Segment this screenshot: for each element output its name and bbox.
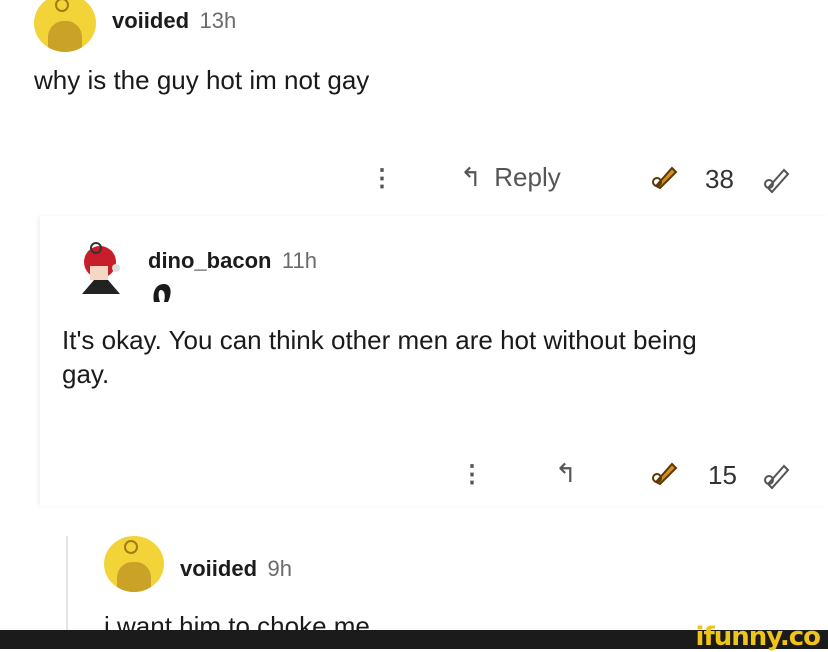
upvote-icon [652, 462, 678, 486]
downvote-icon [764, 464, 790, 490]
comment-body-line1: It's okay. You can think other men are h… [62, 325, 697, 355]
more-options-icon[interactable]: ⋮ [460, 460, 484, 489]
reply-button[interactable]: ↰ Reply [460, 162, 561, 193]
vote-count: 38 [705, 164, 734, 194]
snoo-icon [117, 561, 151, 592]
snoo-antenna-icon [124, 540, 139, 554]
reply-arrow-icon[interactable]: ↰ [555, 458, 577, 489]
reply-arrow-icon: ↰ [460, 162, 482, 192]
hair-emoji-icon [150, 282, 174, 309]
more-options-icon[interactable]: ⋮ [370, 164, 394, 193]
avatar[interactable] [34, 0, 96, 52]
timestamp: 9h [267, 556, 292, 581]
thread-line[interactable] [66, 536, 68, 630]
watermark-logo: ifunny.co [695, 622, 821, 652]
reply-label: Reply [494, 162, 561, 192]
timestamp: 13h [199, 8, 237, 33]
downvote-button[interactable] [760, 458, 792, 495]
vote-count: 15 [708, 460, 737, 490]
anime-character-avatar-icon [82, 242, 120, 294]
snoo-icon [47, 20, 83, 52]
comment-header: dino_bacon 11h [148, 248, 317, 274]
comment-header: voiided 9h [180, 556, 292, 582]
username[interactable]: dino_bacon [148, 248, 271, 273]
upvote-icon [652, 166, 678, 190]
downvote-icon [764, 168, 790, 194]
upvote-button[interactable] [650, 458, 680, 493]
snoo-antenna-icon [55, 0, 70, 12]
avatar[interactable] [104, 536, 164, 592]
avatar[interactable] [72, 238, 134, 304]
comment-body-line2: gay. [62, 359, 110, 389]
downvote-button[interactable] [760, 162, 792, 199]
username[interactable]: voiided [180, 556, 257, 581]
username[interactable]: voiided [112, 8, 189, 33]
timestamp: 11h [281, 248, 317, 273]
comment-header: voiided 13h [112, 8, 236, 34]
comment-body: why is the guy hot im not gay [34, 65, 370, 95]
upvote-button[interactable] [650, 162, 680, 197]
